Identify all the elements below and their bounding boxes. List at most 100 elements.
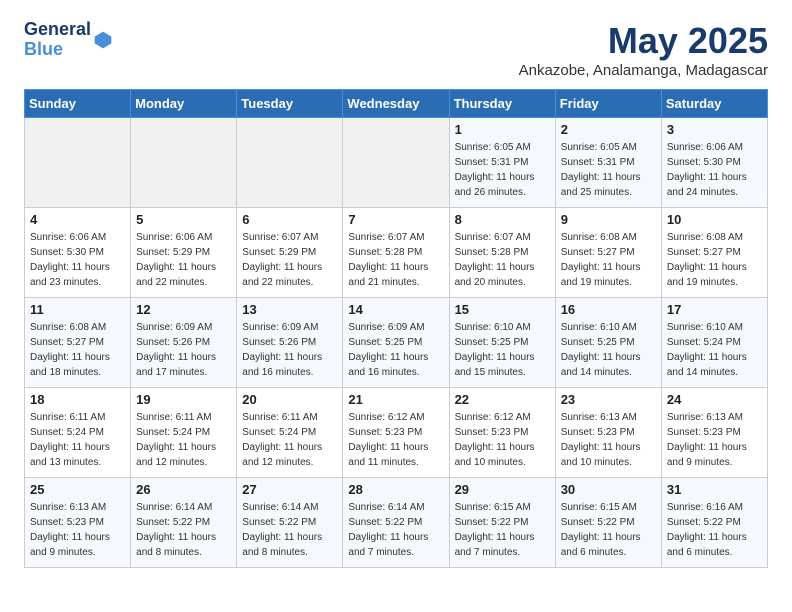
- calendar-cell: 17Sunrise: 6:10 AMSunset: 5:24 PMDayligh…: [661, 298, 767, 388]
- day-info: Sunrise: 6:13 AMSunset: 5:23 PMDaylight:…: [667, 410, 762, 470]
- logo-text: GeneralBlue: [24, 20, 91, 60]
- day-info: Sunrise: 6:14 AMSunset: 5:22 PMDaylight:…: [242, 500, 337, 560]
- day-number: 6: [242, 212, 337, 227]
- calendar-cell: 26 Sunrise: 6:14 AMSunset: 5:22 PMDayligh…: [131, 478, 237, 568]
- calendar-week-row: 4 Sunrise: 6:06 AMSunset: 5:30 PMDaylight…: [25, 208, 768, 298]
- calendar-cell: 12Sunrise: 6:09 AMSunset: 5:26 PMDayligh…: [131, 298, 237, 388]
- day-number: 17: [667, 302, 762, 317]
- day-info: Sunrise: 6:08 AMSunset: 5:27 PMDaylight:…: [561, 230, 656, 290]
- day-info: Sunrise: 6:09 AMSunset: 5:25 PMDaylight:…: [348, 320, 443, 380]
- logo: GeneralBlue: [24, 20, 113, 60]
- day-info: Sunrise: 6:12 AMSunset: 5:23 PMDaylight:…: [455, 410, 550, 470]
- day-number: 2: [561, 122, 656, 137]
- day-number: 28: [348, 482, 443, 497]
- weekday-header-monday: Monday: [131, 90, 237, 118]
- calendar-cell: [237, 118, 343, 208]
- calendar-cell: 14 Sunrise: 6:09 AMSunset: 5:25 PMDayligh…: [343, 298, 449, 388]
- calendar-cell: 2 Sunrise: 6:05 AMSunset: 5:31 PMDaylight…: [555, 118, 661, 208]
- day-number: 23: [561, 392, 656, 407]
- calendar-cell: 10Sunrise: 6:08 AMSunset: 5:27 PMDayligh…: [661, 208, 767, 298]
- page-header: GeneralBlue May 2025 Ankazobe, Analamang…: [24, 20, 768, 79]
- weekday-header-tuesday: Tuesday: [237, 90, 343, 118]
- location-subtitle: Ankazobe, Analamanga, Madagascar: [519, 62, 768, 79]
- calendar-cell: 1 Sunrise: 6:05 AMSunset: 5:31 PMDaylight…: [449, 118, 555, 208]
- calendar-cell: 9 Sunrise: 6:08 AMSunset: 5:27 PMDaylight…: [555, 208, 661, 298]
- calendar-table: SundayMondayTuesdayWednesdayThursdayFrid…: [24, 89, 768, 568]
- day-number: 14: [348, 302, 443, 317]
- logo-icon: [93, 30, 113, 50]
- day-info: Sunrise: 6:16 AMSunset: 5:22 PMDaylight:…: [667, 500, 762, 560]
- day-info: Sunrise: 6:07 AMSunset: 5:28 PMDaylight:…: [455, 230, 550, 290]
- day-info: Sunrise: 6:12 AMSunset: 5:23 PMDaylight:…: [348, 410, 443, 470]
- calendar-cell: 11 Sunrise: 6:08 AMSunset: 5:27 PMDayligh…: [25, 298, 131, 388]
- day-info: Sunrise: 6:10 AMSunset: 5:25 PMDaylight:…: [455, 320, 550, 380]
- day-number: 26: [136, 482, 231, 497]
- calendar-cell: 25Sunrise: 6:13 AMSunset: 5:23 PMDayligh…: [25, 478, 131, 568]
- day-number: 18: [30, 392, 125, 407]
- day-number: 3: [667, 122, 762, 137]
- day-info: Sunrise: 6:05 AMSunset: 5:31 PMDaylight:…: [455, 140, 550, 200]
- day-number: 21: [348, 392, 443, 407]
- calendar-cell: 3Sunrise: 6:06 AMSunset: 5:30 PMDaylight…: [661, 118, 767, 208]
- day-info: Sunrise: 6:14 AMSunset: 5:22 PMDaylight:…: [348, 500, 443, 560]
- day-info: Sunrise: 6:09 AMSunset: 5:26 PMDaylight:…: [242, 320, 337, 380]
- calendar-cell: 6Sunrise: 6:07 AMSunset: 5:29 PMDaylight…: [237, 208, 343, 298]
- day-info: Sunrise: 6:13 AMSunset: 5:23 PMDaylight:…: [30, 500, 125, 560]
- calendar-cell: 22 Sunrise: 6:12 AMSunset: 5:23 PMDayligh…: [449, 388, 555, 478]
- day-info: Sunrise: 6:08 AMSunset: 5:27 PMDaylight:…: [667, 230, 762, 290]
- calendar-cell: [131, 118, 237, 208]
- day-number: 9: [561, 212, 656, 227]
- day-info: Sunrise: 6:13 AMSunset: 5:23 PMDaylight:…: [561, 410, 656, 470]
- calendar-cell: 8Sunrise: 6:07 AMSunset: 5:28 PMDaylight…: [449, 208, 555, 298]
- calendar-week-row: 25Sunrise: 6:13 AMSunset: 5:23 PMDayligh…: [25, 478, 768, 568]
- calendar-week-row: 1 Sunrise: 6:05 AMSunset: 5:31 PMDaylight…: [25, 118, 768, 208]
- day-number: 20: [242, 392, 337, 407]
- day-number: 15: [455, 302, 550, 317]
- day-number: 30: [561, 482, 656, 497]
- day-info: Sunrise: 6:10 AMSunset: 5:25 PMDaylight:…: [561, 320, 656, 380]
- day-info: Sunrise: 6:14 AMSunset: 5:22 PMDaylight:…: [136, 500, 231, 560]
- day-number: 31: [667, 482, 762, 497]
- day-info: Sunrise: 6:11 AMSunset: 5:24 PMDaylight:…: [30, 410, 125, 470]
- day-info: Sunrise: 6:05 AMSunset: 5:31 PMDaylight:…: [561, 140, 656, 200]
- day-number: 1: [455, 122, 550, 137]
- calendar-cell: 29Sunrise: 6:15 AMSunset: 5:22 PMDayligh…: [449, 478, 555, 568]
- day-info: Sunrise: 6:08 AMSunset: 5:27 PMDaylight:…: [30, 320, 125, 380]
- calendar-cell: 13Sunrise: 6:09 AMSunset: 5:26 PMDayligh…: [237, 298, 343, 388]
- day-number: 22: [455, 392, 550, 407]
- day-number: 19: [136, 392, 231, 407]
- calendar-cell: [25, 118, 131, 208]
- calendar-header-row: SundayMondayTuesdayWednesdayThursdayFrid…: [25, 90, 768, 118]
- title-block: May 2025 Ankazobe, Analamanga, Madagasca…: [519, 20, 768, 79]
- day-info: Sunrise: 6:11 AMSunset: 5:24 PMDaylight:…: [136, 410, 231, 470]
- day-number: 4: [30, 212, 125, 227]
- calendar-cell: [343, 118, 449, 208]
- calendar-cell: 7 Sunrise: 6:07 AMSunset: 5:28 PMDaylight…: [343, 208, 449, 298]
- calendar-cell: 30 Sunrise: 6:15 AMSunset: 5:22 PMDayligh…: [555, 478, 661, 568]
- day-info: Sunrise: 6:06 AMSunset: 5:29 PMDaylight:…: [136, 230, 231, 290]
- calendar-week-row: 18 Sunrise: 6:11 AMSunset: 5:24 PMDayligh…: [25, 388, 768, 478]
- day-number: 11: [30, 302, 125, 317]
- day-number: 7: [348, 212, 443, 227]
- weekday-header-sunday: Sunday: [25, 90, 131, 118]
- day-info: Sunrise: 6:06 AMSunset: 5:30 PMDaylight:…: [30, 230, 125, 290]
- day-number: 16: [561, 302, 656, 317]
- day-number: 12: [136, 302, 231, 317]
- calendar-cell: 20 Sunrise: 6:11 AMSunset: 5:24 PMDayligh…: [237, 388, 343, 478]
- calendar-cell: 19 Sunrise: 6:11 AMSunset: 5:24 PMDayligh…: [131, 388, 237, 478]
- day-number: 27: [242, 482, 337, 497]
- day-info: Sunrise: 6:15 AMSunset: 5:22 PMDaylight:…: [561, 500, 656, 560]
- day-info: Sunrise: 6:15 AMSunset: 5:22 PMDaylight:…: [455, 500, 550, 560]
- calendar-cell: 31 Sunrise: 6:16 AMSunset: 5:22 PMDayligh…: [661, 478, 767, 568]
- month-title: May 2025: [519, 20, 768, 62]
- day-info: Sunrise: 6:11 AMSunset: 5:24 PMDaylight:…: [242, 410, 337, 470]
- day-info: Sunrise: 6:07 AMSunset: 5:28 PMDaylight:…: [348, 230, 443, 290]
- calendar-week-row: 11 Sunrise: 6:08 AMSunset: 5:27 PMDayligh…: [25, 298, 768, 388]
- calendar-cell: 24Sunrise: 6:13 AMSunset: 5:23 PMDayligh…: [661, 388, 767, 478]
- calendar-cell: 15 Sunrise: 6:10 AMSunset: 5:25 PMDayligh…: [449, 298, 555, 388]
- calendar-cell: 4 Sunrise: 6:06 AMSunset: 5:30 PMDaylight…: [25, 208, 131, 298]
- calendar-cell: 23 Sunrise: 6:13 AMSunset: 5:23 PMDayligh…: [555, 388, 661, 478]
- weekday-header-wednesday: Wednesday: [343, 90, 449, 118]
- weekday-header-thursday: Thursday: [449, 90, 555, 118]
- calendar-cell: 16 Sunrise: 6:10 AMSunset: 5:25 PMDayligh…: [555, 298, 661, 388]
